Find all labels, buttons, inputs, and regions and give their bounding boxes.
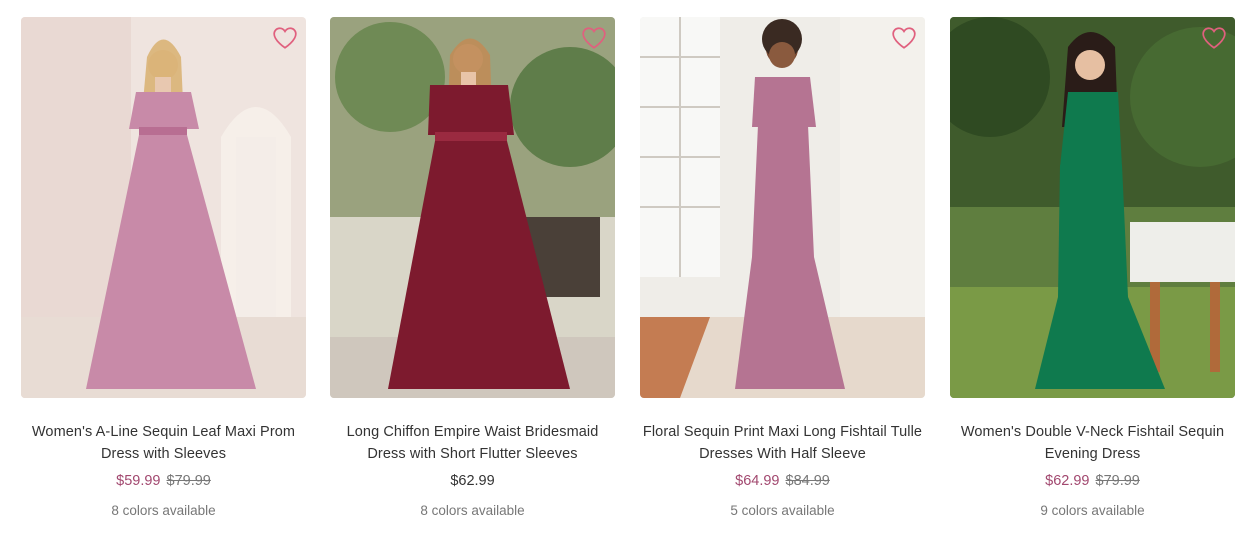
product-title[interactable]: Women's A-Line Sequin Leaf Maxi Prom Dre…	[21, 421, 306, 465]
product-price: $64.99 $84.99	[640, 471, 925, 491]
dress-photo-4	[950, 17, 1235, 398]
colors-available: 8 colors available	[420, 503, 525, 518]
product-card[interactable]: Floral Sequin Print Maxi Long Fishtail T…	[640, 17, 925, 537]
product-image[interactable]	[640, 17, 925, 398]
product-title[interactable]: Long Chiffon Empire Waist Bridesmaid Dre…	[330, 421, 615, 465]
product-card[interactable]: Women's Double V-Neck Fishtail Sequin Ev…	[950, 17, 1235, 537]
product-card[interactable]: Long Chiffon Empire Waist Bridesmaid Dre…	[330, 17, 615, 537]
original-price: $79.99	[1095, 473, 1140, 489]
wishlist-heart-icon[interactable]	[891, 25, 917, 51]
colors-available: 9 colors available	[1040, 503, 1145, 518]
original-price: $79.99	[166, 473, 211, 489]
colors-available: 5 colors available	[730, 503, 835, 518]
original-price: $84.99	[785, 473, 830, 489]
product-price: $62.99	[330, 471, 615, 491]
wishlist-heart-icon[interactable]	[581, 25, 607, 51]
dress-photo-3	[640, 17, 925, 398]
wishlist-heart-icon[interactable]	[272, 25, 298, 51]
dress-photo-1	[21, 17, 306, 398]
product-title[interactable]: Floral Sequin Print Maxi Long Fishtail T…	[640, 421, 925, 465]
sale-price: $64.99	[735, 473, 780, 489]
sale-price: $59.99	[116, 473, 161, 489]
product-image[interactable]	[330, 17, 615, 398]
product-grid: Women's A-Line Sequin Leaf Maxi Prom Dre…	[0, 0, 1258, 542]
dress-photo-2	[330, 17, 615, 398]
product-card[interactable]: Women's A-Line Sequin Leaf Maxi Prom Dre…	[21, 17, 306, 537]
product-price: $62.99 $79.99	[950, 471, 1235, 491]
product-image[interactable]	[950, 17, 1235, 398]
wishlist-heart-icon[interactable]	[1201, 25, 1227, 51]
sale-price: $62.99	[1045, 473, 1090, 489]
current-price: $62.99	[450, 473, 495, 489]
colors-available: 8 colors available	[111, 503, 216, 518]
product-title[interactable]: Women's Double V-Neck Fishtail Sequin Ev…	[950, 421, 1235, 465]
product-price: $59.99 $79.99	[21, 471, 306, 491]
product-image[interactable]	[21, 17, 306, 398]
